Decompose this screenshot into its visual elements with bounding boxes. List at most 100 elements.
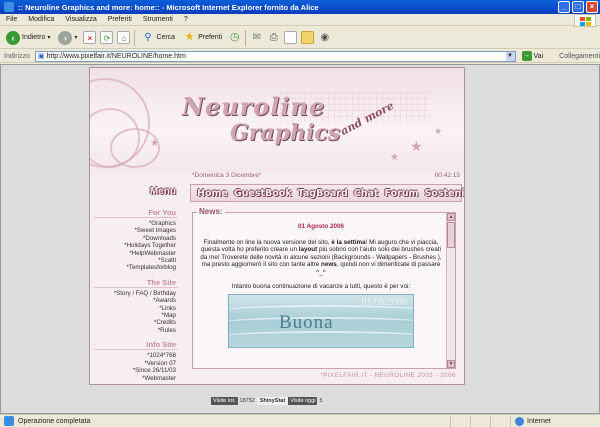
- sidebar-link-sweet-images[interactable]: *Sweet Images: [94, 227, 178, 234]
- links-label[interactable]: Collegamenti: [559, 53, 600, 60]
- nav-forum[interactable]: Forum: [384, 188, 418, 199]
- forward-button[interactable]: › ▾: [56, 29, 79, 47]
- counter-today-value: 5: [317, 397, 325, 405]
- toolbar: ‹ Indietro ▾ › ▾ × ⟳ ⌂ ⚲ Cerca ★ Preferi…: [0, 27, 600, 49]
- sidebar-link-helpwebmaster[interactable]: *HelpWebmaster: [94, 250, 178, 257]
- nav-tagboard[interactable]: TagBoard: [298, 188, 348, 199]
- favorites-label: Preferiti: [198, 34, 223, 41]
- visit-counter: Visite tot. 18752 ShinyStat Visite oggi …: [211, 397, 371, 405]
- window-titlebar: :: Neuroline Graphics and more: home:: -…: [0, 0, 600, 14]
- news-heading: News:: [197, 207, 225, 216]
- sidebar-link-graphics[interactable]: *Graphics: [94, 220, 178, 227]
- site-sidebar: For You *Graphics *Sweet Images *Downloa…: [94, 206, 178, 384]
- info-resolution: *1024*768: [147, 352, 176, 360]
- window-title: :: Neuroline Graphics and more: home:: -…: [18, 2, 319, 12]
- sidebar-link-story-faq-birthday[interactable]: *Story / FAQ / Birthday: [94, 290, 178, 297]
- news-date: 01 Agosto 2006: [298, 223, 344, 230]
- sidebar-link-holidays[interactable]: *Holidays Together: [94, 242, 178, 249]
- page-done-icon: [4, 416, 14, 426]
- sidebar-link-awards[interactable]: *Awards: [94, 297, 178, 304]
- scroll-down-icon[interactable]: ▼: [447, 360, 455, 368]
- counter-today-label: Visite oggi: [288, 397, 318, 405]
- menubar: File Modifica Visualizza Preferiti Strum…: [0, 14, 600, 26]
- status-cell: [470, 415, 490, 427]
- news-content: 01 Agosto 2006 Finalmente on line la nuo…: [197, 223, 445, 349]
- nav-sosteniamo[interactable]: Sosteniamo: [424, 188, 464, 199]
- sidebar-heading-the-site: The Site: [94, 278, 178, 288]
- back-label: Indietro: [22, 34, 46, 41]
- history-icon[interactable]: ◷: [228, 31, 241, 44]
- search-icon: ⚲: [144, 32, 152, 43]
- sidebar-link-webmaster[interactable]: *Webmaster: [94, 375, 178, 382]
- minimize-button[interactable]: _: [558, 1, 570, 13]
- site-footer: *PIXELFAIR.IT - NEUROLINE 2003 - 2006: [320, 372, 456, 379]
- menu-help[interactable]: ?: [184, 16, 188, 23]
- go-label: Vai: [533, 52, 544, 60]
- address-dropdown-icon[interactable]: ▼: [505, 51, 515, 61]
- mail-icon[interactable]: ✉: [250, 31, 263, 44]
- address-input[interactable]: ▣ http://www.pixelfair.it/NEUROLINE/home…: [34, 50, 516, 62]
- info-since: *Since 26/11/03: [132, 367, 176, 375]
- status-cell: [490, 415, 510, 427]
- nav-chat[interactable]: Chat: [354, 188, 379, 199]
- nav-home[interactable]: Home: [197, 188, 228, 199]
- site-header: ★ ★ ★ ★ Neuroline Graphics and more: [90, 68, 464, 172]
- print-icon[interactable]: ⎙: [267, 31, 280, 44]
- edit-icon[interactable]: [284, 31, 298, 44]
- image-word: Buona: [279, 312, 334, 334]
- site-title-neuroline: Neuroline: [182, 92, 326, 121]
- news-text: Finalmente on line la nuova versione del…: [203, 238, 332, 246]
- current-date: *Domenica 3 Dicembre*: [192, 172, 262, 179]
- nav-guestbook[interactable]: GuestBook: [234, 188, 292, 199]
- sidebar-link-templates[interactable]: *Templatesforblog: [94, 264, 178, 271]
- messenger-icon[interactable]: ◉: [318, 31, 331, 44]
- back-dropdown-icon[interactable]: ▾: [47, 34, 50, 41]
- menu-strumenti[interactable]: Strumenti: [143, 16, 173, 23]
- sidebar-link-map[interactable]: *Map: [94, 312, 178, 319]
- sidebar-link-downloads[interactable]: *Downloads: [94, 235, 178, 242]
- page-icon: ▣: [37, 53, 45, 60]
- toolbar-separator: [134, 29, 136, 46]
- refresh-icon[interactable]: ⟳: [100, 31, 114, 44]
- favorites-button[interactable]: ★ Preferiti: [181, 29, 224, 47]
- shinystat-logo[interactable]: ShinyStat: [256, 397, 289, 405]
- news-text-bold: è la settima: [331, 238, 366, 246]
- browser-viewport: ★ ★ ★ ★ Neuroline Graphics and more *Dom…: [0, 64, 600, 414]
- menu-visualizza[interactable]: Visualizza: [65, 16, 96, 23]
- sidebar-link-credits[interactable]: *Credits: [94, 319, 178, 326]
- address-url: http://www.pixelfair.it/NEUROLINE/home.h…: [46, 52, 186, 60]
- site-layout: ★ ★ ★ ★ Neuroline Graphics and more *Dom…: [89, 67, 465, 385]
- folder-icon[interactable]: [301, 31, 315, 44]
- menu-file[interactable]: File: [6, 16, 17, 23]
- menu-preferiti[interactable]: Preferiti: [108, 16, 132, 23]
- toolbar-separator: [245, 29, 247, 46]
- decor-star-icon: ★: [390, 152, 399, 163]
- go-arrow-icon: →: [521, 51, 532, 61]
- decor-star-icon: ★: [434, 126, 443, 136]
- favorites-star-icon: ★: [184, 31, 195, 43]
- menu-heading: Menu: [149, 186, 176, 197]
- counter-total-value: 18752: [237, 397, 257, 405]
- scroll-thumb[interactable]: [447, 222, 455, 248]
- zone-label: Internet: [527, 417, 551, 425]
- menu-modifica[interactable]: Modifica: [28, 16, 54, 23]
- search-button[interactable]: ⚲ Cerca: [139, 29, 177, 47]
- sidebar-link-scatti[interactable]: *Scatti: [94, 257, 178, 264]
- home-icon[interactable]: ⌂: [117, 31, 131, 44]
- counter-total-label: Visite tot.: [211, 397, 238, 405]
- info-version: *Version 07: [144, 359, 176, 367]
- ie-app-icon: [4, 2, 14, 12]
- windows-logo-icon: [574, 14, 596, 27]
- news-scrollbar[interactable]: ▲ ▼: [446, 213, 455, 368]
- sidebar-link-rules[interactable]: *Rules: [94, 327, 178, 334]
- stop-icon[interactable]: ×: [83, 31, 97, 44]
- forward-dropdown-icon[interactable]: ▾: [74, 34, 77, 41]
- go-button[interactable]: → Vai: [521, 51, 544, 61]
- search-label: Cerca: [156, 34, 176, 41]
- scroll-up-icon[interactable]: ▲: [447, 213, 455, 221]
- sidebar-link-links[interactable]: *Links: [94, 305, 178, 312]
- back-button[interactable]: ‹ Indietro ▾: [4, 29, 52, 47]
- close-button[interactable]: ×: [586, 1, 598, 13]
- site-title-graphics: Graphics: [230, 120, 341, 146]
- maximize-button[interactable]: □: [572, 1, 584, 13]
